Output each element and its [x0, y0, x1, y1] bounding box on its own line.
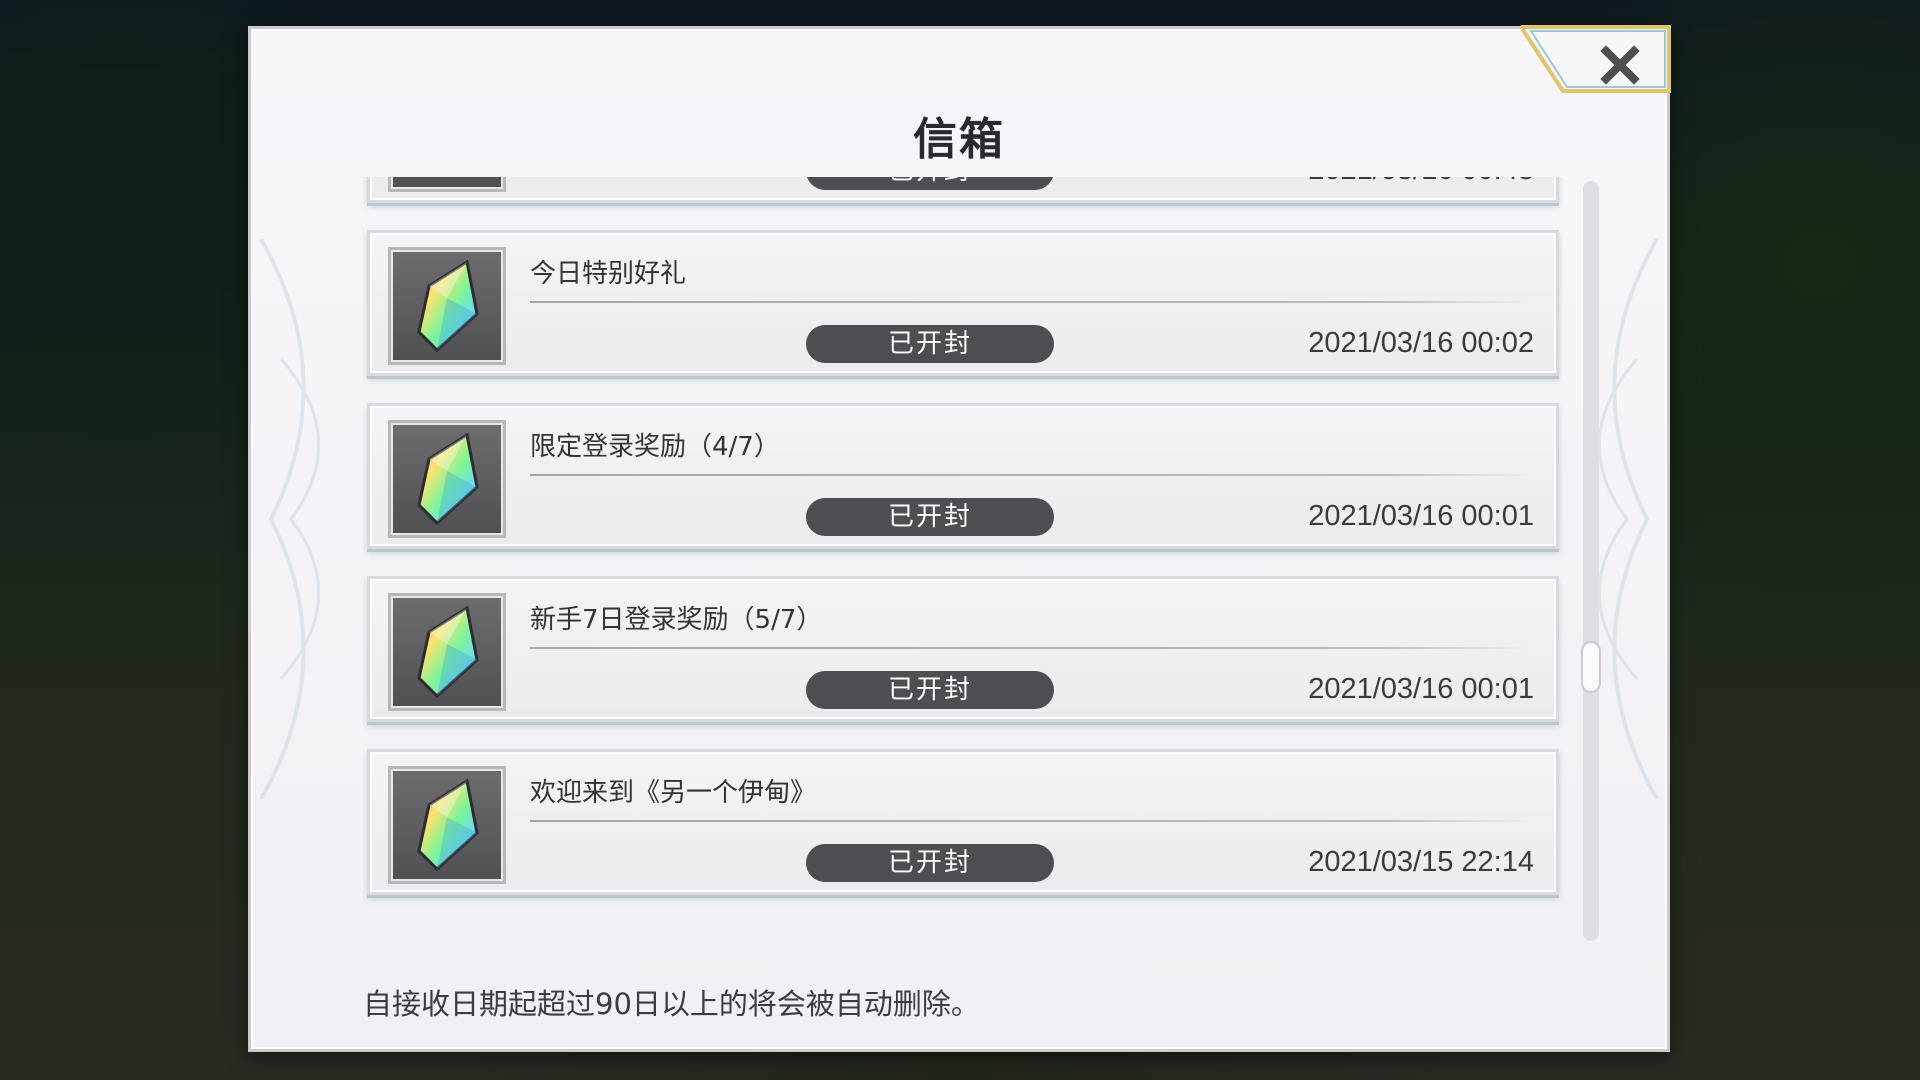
mail-status-badge: 已开封	[806, 844, 1054, 882]
mail-divider	[530, 820, 1530, 822]
mailbox-dialog: 信箱 已开封 2021/03/16 00:48	[248, 25, 1671, 1052]
mail-divider	[530, 647, 1530, 649]
rainbow-crystal-icon	[388, 247, 506, 365]
mail-status-badge: 已开封	[806, 498, 1054, 536]
mail-date: 2021/03/15 22:14	[1308, 846, 1534, 878]
scrollbar-track[interactable]	[1581, 181, 1601, 941]
mail-row[interactable]: 新手7日登录奖励（5/7） 已开封 2021/03/16 00:01	[367, 576, 1559, 722]
close-button[interactable]	[1585, 39, 1655, 91]
mail-subject: 新手7日登录奖励（5/7）	[530, 605, 823, 635]
mail-list[interactable]: 已开封 2021/03/16 00:48	[363, 177, 1563, 921]
close-icon	[1600, 45, 1640, 85]
mail-status-badge: 已开封	[806, 177, 1054, 190]
mail-subject: 欢迎来到《另一个伊甸》	[530, 778, 817, 808]
auto-delete-notice: 自接收日期起超过90日以上的将会被自动删除。	[363, 987, 980, 1021]
mail-date: 2021/03/16 00:48	[1308, 177, 1534, 187]
ornament-decoration-left	[259, 239, 321, 799]
mail-divider	[530, 474, 1530, 476]
mail-date: 2021/03/16 00:02	[1308, 327, 1534, 359]
mail-status-badge: 已开封	[806, 325, 1054, 363]
mail-date: 2021/03/16 00:01	[1308, 500, 1534, 532]
mail-list-content: 已开封 2021/03/16 00:48	[363, 177, 1563, 921]
rainbow-crystal-icon	[388, 766, 506, 884]
rainbow-crystal-icon	[388, 420, 506, 538]
mail-status-badge: 已开封	[806, 671, 1054, 709]
mail-subject: 限定登录奖励（4/7）	[530, 432, 780, 462]
mail-subject: 今日特别好礼	[530, 259, 687, 289]
mail-row[interactable]: 限定登录奖励（4/7） 已开封 2021/03/16 00:01	[367, 403, 1559, 549]
mail-row[interactable]: 今日特别好礼 已开封 2021/03/16 00:02	[367, 230, 1559, 376]
mail-date: 2021/03/16 00:01	[1308, 673, 1534, 705]
mail-row[interactable]: 欢迎来到《另一个伊甸》 已开封 2021/03/15 22:14	[367, 749, 1559, 895]
rainbow-crystal-icon	[388, 593, 506, 711]
mail-divider	[530, 301, 1530, 303]
dialog-title: 信箱	[913, 114, 1005, 165]
ornament-decoration-right	[1597, 239, 1659, 799]
manual-book-icon	[388, 177, 506, 192]
mail-row[interactable]: 已开封 2021/03/16 00:48	[367, 177, 1559, 203]
scrollbar-thumb[interactable]	[1581, 641, 1601, 693]
